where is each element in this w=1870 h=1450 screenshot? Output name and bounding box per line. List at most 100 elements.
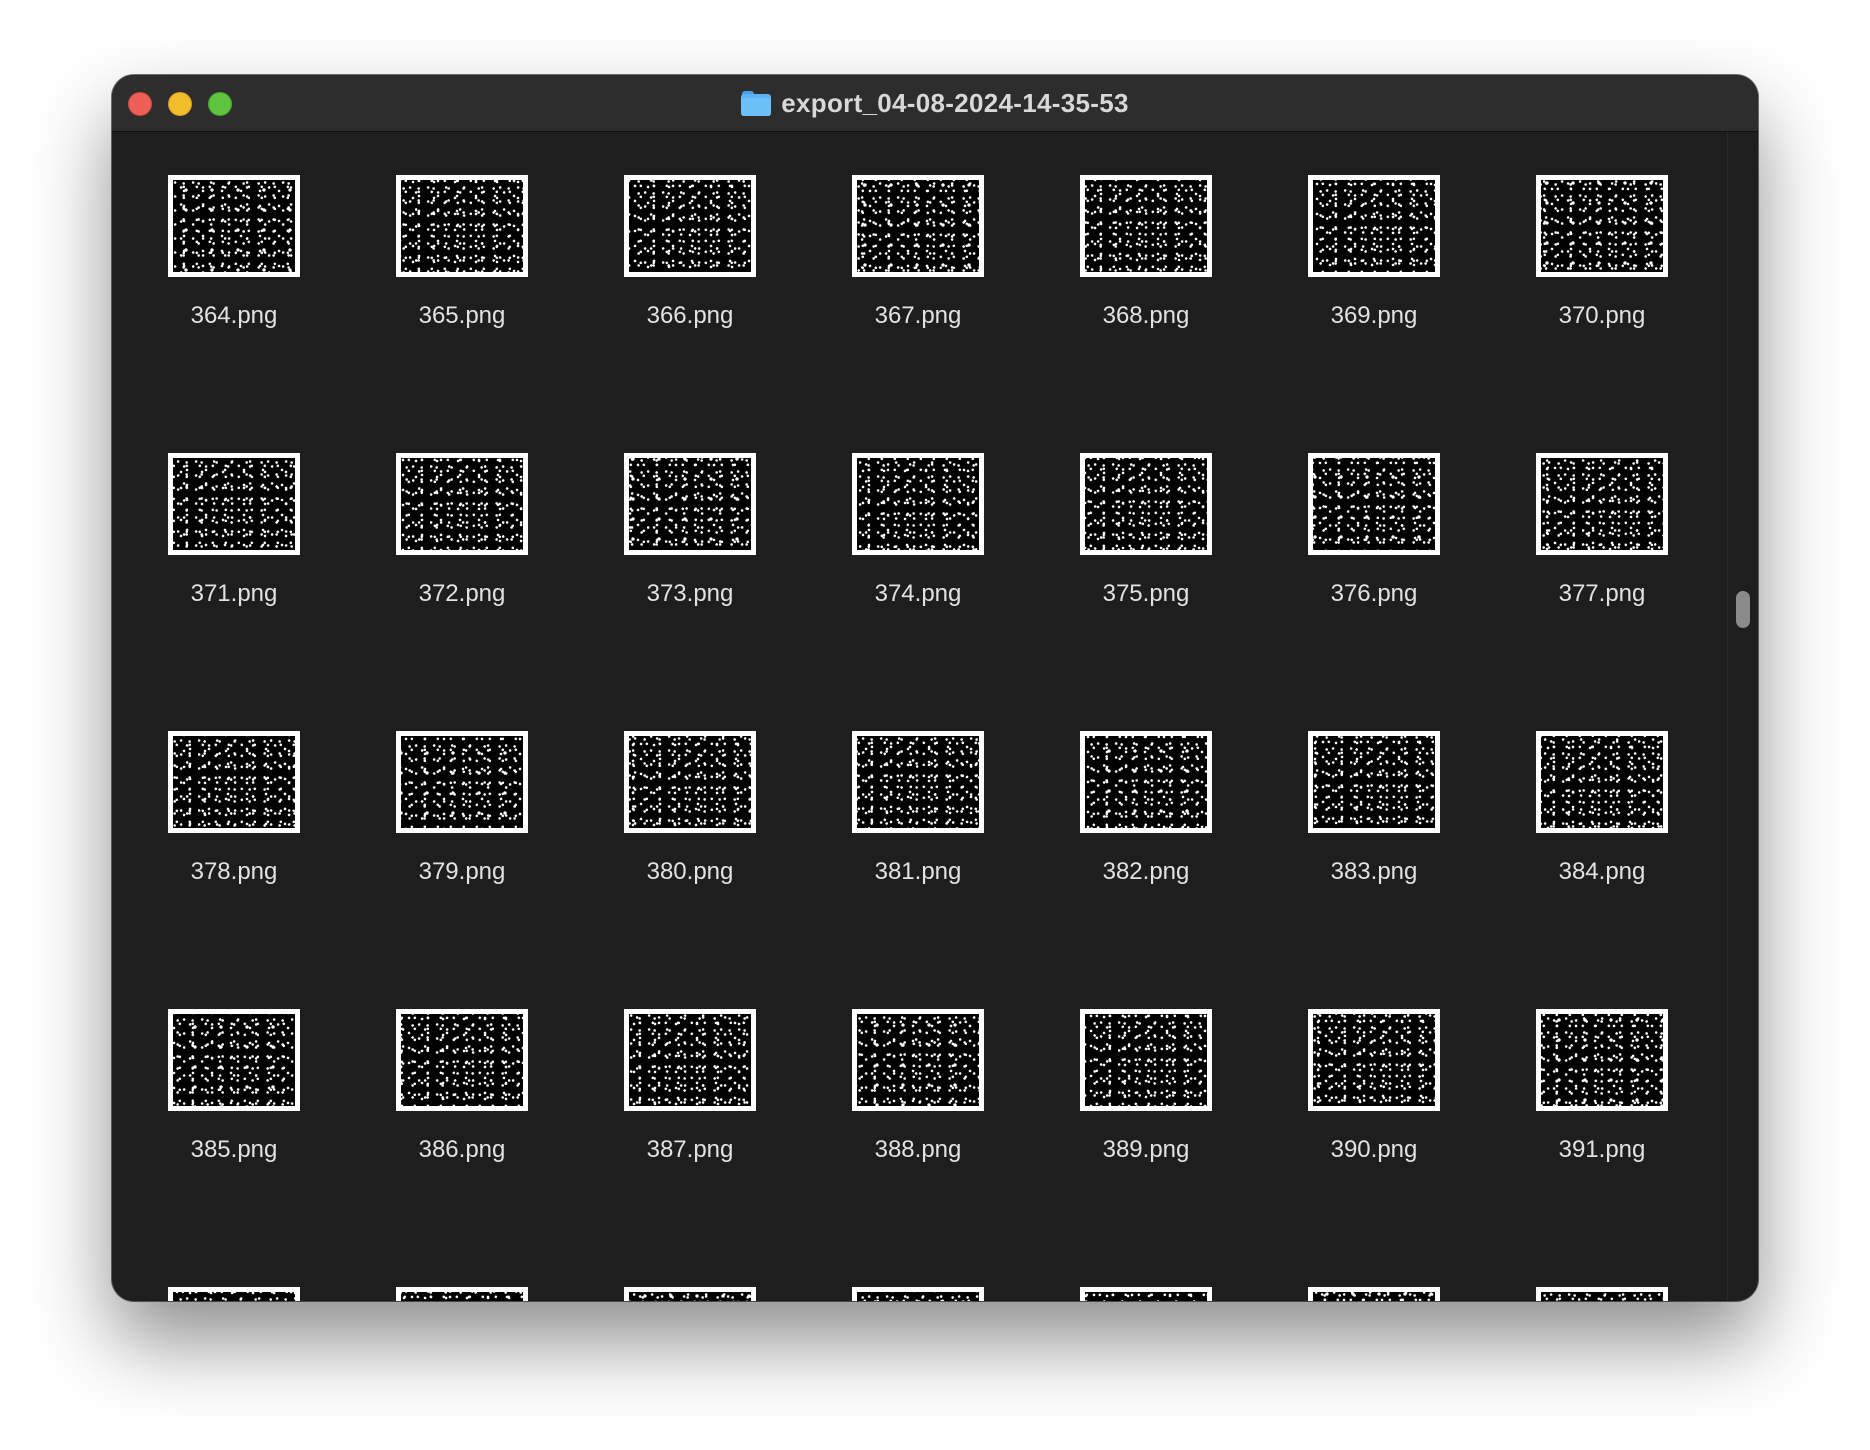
file-name-label: 368.png [1102,302,1190,329]
image-thumbnail[interactable] [624,175,756,277]
thumbnail-image [401,180,523,272]
image-thumbnail[interactable] [624,453,756,555]
image-thumbnail[interactable] [624,1287,756,1301]
image-thumbnail[interactable] [396,1287,528,1301]
thumbnail-image [1313,458,1435,550]
file-item[interactable] [568,1244,796,1301]
file-item[interactable]: 366.png [568,132,796,352]
scrollbar-thumb[interactable] [1736,591,1750,628]
thumbnail-image [401,736,523,828]
image-thumbnail[interactable] [1080,453,1212,555]
file-item[interactable]: 372.png [340,410,568,630]
image-thumbnail[interactable] [168,731,300,833]
image-thumbnail[interactable] [1308,175,1440,277]
image-thumbnail[interactable] [852,1009,984,1111]
image-thumbnail[interactable] [1080,175,1212,277]
image-thumbnail[interactable] [396,731,528,833]
file-item[interactable] [1480,1244,1708,1301]
file-name-label: 367.png [874,302,962,329]
file-item[interactable]: 375.png [1024,410,1252,630]
file-name-label: 372.png [418,580,506,607]
image-thumbnail[interactable] [1308,453,1440,555]
thumbnail-image [629,458,751,550]
finder-window: export_04-08-2024-14-35-53 364.png 365.pn… [112,75,1758,1301]
image-thumbnail[interactable] [852,731,984,833]
thumbnail-image [629,180,751,272]
file-item[interactable]: 386.png [340,966,568,1186]
file-name-label: 377.png [1558,580,1646,607]
file-item[interactable]: 391.png [1480,966,1708,1186]
file-grid-area[interactable]: 364.png 365.png 366.png 367.png 368.png 369.p… [112,132,1728,1301]
file-item[interactable]: 373.png [568,410,796,630]
file-item[interactable]: 381.png [796,688,1024,908]
file-item[interactable]: 364.png [112,132,340,352]
file-item[interactable]: 385.png [112,966,340,1186]
image-thumbnail[interactable] [1536,1009,1668,1111]
image-thumbnail[interactable] [1080,731,1212,833]
file-item[interactable]: 390.png [1252,966,1480,1186]
file-name-label: 383.png [1330,858,1418,885]
file-name-label: 366.png [646,302,734,329]
image-thumbnail[interactable] [624,731,756,833]
file-item[interactable]: 371.png [112,410,340,630]
file-item[interactable]: 365.png [340,132,568,352]
image-thumbnail[interactable] [396,175,528,277]
image-thumbnail[interactable] [1080,1287,1212,1301]
file-item[interactable] [1024,1244,1252,1301]
image-thumbnail[interactable] [396,1009,528,1111]
file-item[interactable]: 380.png [568,688,796,908]
image-thumbnail[interactable] [396,453,528,555]
file-name-label: 391.png [1558,1136,1646,1163]
file-item[interactable]: 370.png [1480,132,1708,352]
title-bar[interactable]: export_04-08-2024-14-35-53 [112,75,1758,132]
file-item[interactable]: 377.png [1480,410,1708,630]
image-thumbnail[interactable] [852,453,984,555]
file-item[interactable]: 367.png [796,132,1024,352]
image-thumbnail[interactable] [168,453,300,555]
file-item[interactable]: 379.png [340,688,568,908]
file-item[interactable]: 384.png [1480,688,1708,908]
file-item[interactable] [112,1244,340,1301]
image-thumbnail[interactable] [1308,1287,1440,1301]
image-thumbnail[interactable] [168,1009,300,1111]
image-thumbnail[interactable] [1536,731,1668,833]
image-thumbnail[interactable] [1308,1009,1440,1111]
file-item[interactable]: 383.png [1252,688,1480,908]
file-item[interactable]: 378.png [112,688,340,908]
image-thumbnail[interactable] [1080,1009,1212,1111]
file-item[interactable] [340,1244,568,1301]
image-thumbnail[interactable] [168,1287,300,1301]
thumbnail-image [173,458,295,550]
image-thumbnail[interactable] [168,175,300,277]
file-item[interactable]: 389.png [1024,966,1252,1186]
file-item[interactable]: 376.png [1252,410,1480,630]
file-name-label: 387.png [646,1136,734,1163]
file-item[interactable] [796,1244,1024,1301]
thumbnail-image [1541,180,1663,272]
file-item[interactable]: 374.png [796,410,1024,630]
image-thumbnail[interactable] [1536,453,1668,555]
file-name-label: 371.png [190,580,278,607]
file-item[interactable]: 387.png [568,966,796,1186]
file-name-label: 375.png [1102,580,1190,607]
file-name-label: 376.png [1330,580,1418,607]
image-thumbnail[interactable] [852,175,984,277]
file-item[interactable] [1252,1244,1480,1301]
file-item[interactable]: 369.png [1252,132,1480,352]
file-item[interactable]: 388.png [796,966,1024,1186]
file-item[interactable]: 368.png [1024,132,1252,352]
image-thumbnail[interactable] [852,1287,984,1301]
image-thumbnail[interactable] [1308,731,1440,833]
image-thumbnail[interactable] [1536,175,1668,277]
window-title-group: export_04-08-2024-14-35-53 [112,75,1758,131]
file-name-label: 380.png [646,858,734,885]
image-thumbnail[interactable] [1536,1287,1668,1301]
thumbnail-image [1085,1014,1207,1106]
file-item[interactable]: 382.png [1024,688,1252,908]
thumbnail-image [1541,458,1663,550]
vertical-scrollbar[interactable] [1727,132,1758,1301]
folder-icon [741,90,772,116]
thumbnail-image [173,1014,295,1106]
file-name-label: 378.png [190,858,278,885]
image-thumbnail[interactable] [624,1009,756,1111]
